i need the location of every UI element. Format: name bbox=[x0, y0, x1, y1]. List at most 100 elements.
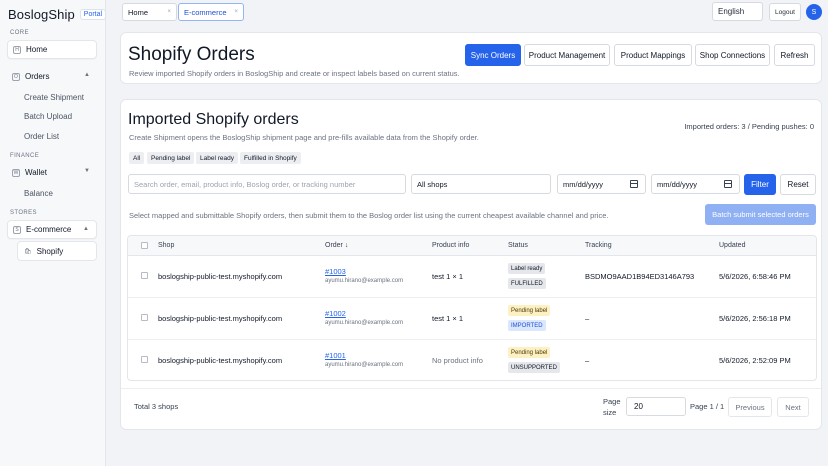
chevron-up-icon: ▲ bbox=[83, 226, 89, 232]
column-tracking: Tracking bbox=[585, 242, 612, 249]
filter-chip-label-ready[interactable]: Label ready bbox=[196, 152, 238, 164]
customer-email: ayumu.hirano@example.com bbox=[325, 278, 404, 284]
product-management-button[interactable]: Product Management bbox=[524, 44, 610, 66]
previous-page-button[interactable]: Previous bbox=[728, 397, 772, 417]
tracking-cell: BSDMO9AAD1B94ED3146A793 bbox=[585, 272, 695, 281]
sidebar-item-balance[interactable]: Balance bbox=[24, 189, 53, 198]
sidebar-item-label: Home bbox=[26, 45, 48, 54]
sidebar-item-shopify[interactable]: 🛍 Shopify bbox=[17, 241, 97, 261]
date-from-input[interactable]: mm/dd/yyyy bbox=[557, 174, 646, 194]
order-counts: Imported orders: 3 / Pending pushes: 0 bbox=[684, 122, 814, 131]
date-to-input[interactable]: mm/dd/yyyy bbox=[651, 174, 740, 194]
tab-ecommerce[interactable]: E-commerce × bbox=[178, 3, 244, 21]
imported-orders-panel: Imported Shopify orders Create Shipment … bbox=[120, 99, 822, 430]
order-link[interactable]: #1001 bbox=[325, 351, 346, 360]
sidebar-item-orders[interactable]: O Orders ▲ bbox=[7, 67, 97, 86]
filter-chip-fulfilled[interactable]: Fulfilled in Shopify bbox=[240, 152, 301, 164]
section-title: Imported Shopify orders bbox=[128, 111, 299, 128]
page-info: Page 1 / 1 bbox=[690, 402, 725, 411]
date-from-text: mm/dd/yyyy bbox=[563, 179, 604, 189]
section-label-stores: STORES bbox=[10, 210, 37, 216]
filter-chip-all[interactable]: All bbox=[129, 152, 145, 164]
close-icon[interactable]: × bbox=[234, 9, 238, 15]
updated-cell: 5/6/2026, 2:52:09 PM bbox=[719, 356, 791, 365]
order-link[interactable]: #1003 bbox=[325, 267, 346, 276]
tab-label: E-commerce bbox=[184, 7, 227, 17]
tab-home[interactable]: Home × bbox=[122, 3, 177, 21]
product-info-cell: No product info bbox=[432, 356, 483, 365]
search-input[interactable]: Search order, email, product info, Boslo… bbox=[128, 174, 406, 194]
sync-orders-button[interactable]: Sync Orders bbox=[465, 44, 521, 66]
column-updated: Updated bbox=[719, 242, 746, 249]
select-all-checkbox[interactable] bbox=[141, 242, 148, 249]
shop-connections-button[interactable]: Shop Connections bbox=[695, 44, 770, 66]
brand: BoslogShip Portal bbox=[8, 7, 107, 22]
shop-cell: boslogship-public-test.myshopify.com bbox=[158, 272, 283, 281]
status-badge: Pending label bbox=[508, 305, 551, 316]
column-product-info: Product info bbox=[432, 242, 470, 249]
shop-cell: boslogship-public-test.myshopify.com bbox=[158, 356, 283, 365]
sidebar-item-label: Orders bbox=[25, 72, 50, 81]
chevron-up-icon: ▲ bbox=[84, 72, 90, 78]
customer-email: ayumu.hirano@example.com bbox=[325, 362, 404, 368]
total-count: Total 3 shops bbox=[134, 402, 179, 411]
refresh-button[interactable]: Refresh bbox=[774, 44, 815, 66]
divider bbox=[121, 388, 821, 389]
filter-button[interactable]: Filter bbox=[744, 174, 776, 195]
status-badge: Pending label bbox=[508, 347, 551, 358]
sidebar-item-order-list[interactable]: Order List bbox=[24, 132, 59, 141]
batch-submit-button[interactable]: Batch submit selected orders bbox=[705, 204, 816, 225]
row-checkbox[interactable] bbox=[141, 272, 148, 279]
section-label-core: CORE bbox=[10, 30, 29, 36]
help-text: Select mapped and submittable Shopify or… bbox=[129, 211, 609, 220]
page-title: Shopify Orders bbox=[128, 44, 255, 65]
wallet-icon: W bbox=[12, 168, 20, 177]
column-shop: Shop bbox=[158, 242, 175, 249]
column-order[interactable]: Order ↓ bbox=[325, 242, 348, 249]
column-status: Status bbox=[508, 242, 528, 249]
tracking-cell: – bbox=[585, 356, 590, 365]
close-icon[interactable]: × bbox=[167, 9, 171, 15]
orders-icon: O bbox=[12, 72, 20, 81]
sidebar-item-ecommerce[interactable]: S E-commerce ▲ bbox=[7, 220, 97, 239]
product-info-cell: test 1 × 1 bbox=[432, 314, 464, 323]
order-link[interactable]: #1002 bbox=[325, 309, 346, 318]
calendar-icon[interactable] bbox=[724, 180, 732, 188]
filter-chip-pending-label[interactable]: Pending label bbox=[147, 152, 195, 164]
row-checkbox[interactable] bbox=[141, 314, 148, 321]
sidebar-item-home[interactable]: H Home bbox=[7, 40, 97, 59]
updated-cell: 5/6/2026, 2:56:18 PM bbox=[719, 314, 791, 323]
updated-cell: 5/6/2026, 6:58:46 PM bbox=[719, 272, 791, 281]
sidebar-item-wallet[interactable]: W Wallet ▼ bbox=[7, 163, 97, 182]
row-checkbox[interactable] bbox=[141, 356, 148, 363]
page-size-label: Page size bbox=[603, 397, 621, 417]
page-size-input[interactable]: 20 bbox=[626, 397, 686, 416]
table-row: boslogship-public-test.myshopify.com #10… bbox=[128, 340, 816, 380]
product-mappings-button[interactable]: Product Mappings bbox=[614, 44, 692, 66]
sidebar-item-create-shipment[interactable]: Create Shipment bbox=[24, 93, 84, 102]
home-icon: H bbox=[13, 45, 21, 54]
next-page-button[interactable]: Next bbox=[777, 397, 809, 417]
date-to-text: mm/dd/yyyy bbox=[657, 179, 698, 189]
customer-email: ayumu.hirano@example.com bbox=[325, 320, 404, 326]
orders-table: Shop Order ↓ Product info Status Trackin… bbox=[127, 235, 817, 381]
tracking-cell: – bbox=[585, 314, 590, 323]
brand-name: BoslogShip bbox=[8, 7, 75, 22]
calendar-icon[interactable] bbox=[630, 180, 638, 188]
logout-button[interactable]: Logout bbox=[769, 3, 801, 21]
table-row: boslogship-public-test.myshopify.com #10… bbox=[128, 256, 816, 298]
avatar[interactable]: S bbox=[806, 4, 822, 20]
shop-select[interactable]: All shops bbox=[411, 174, 551, 194]
sidebar-item-batch-upload[interactable]: Batch Upload bbox=[24, 112, 72, 121]
chevron-down-icon: ▼ bbox=[84, 168, 90, 174]
status-badge: FULFILLED bbox=[508, 278, 546, 289]
product-info-cell: test 1 × 1 bbox=[432, 272, 464, 281]
portal-badge: Portal bbox=[79, 9, 107, 20]
sidebar: BoslogShip Portal CORE H Home O Orders ▲… bbox=[0, 0, 107, 466]
reset-button[interactable]: Reset bbox=[780, 174, 816, 195]
section-label-finance: FINANCE bbox=[10, 153, 40, 159]
language-select[interactable]: English bbox=[712, 2, 763, 21]
page-subtitle: Review imported Shopify orders in Boslog… bbox=[129, 69, 460, 78]
shopping-bag-icon: 🛍 bbox=[24, 248, 32, 255]
sidebar-item-label: E-commerce bbox=[26, 225, 72, 234]
